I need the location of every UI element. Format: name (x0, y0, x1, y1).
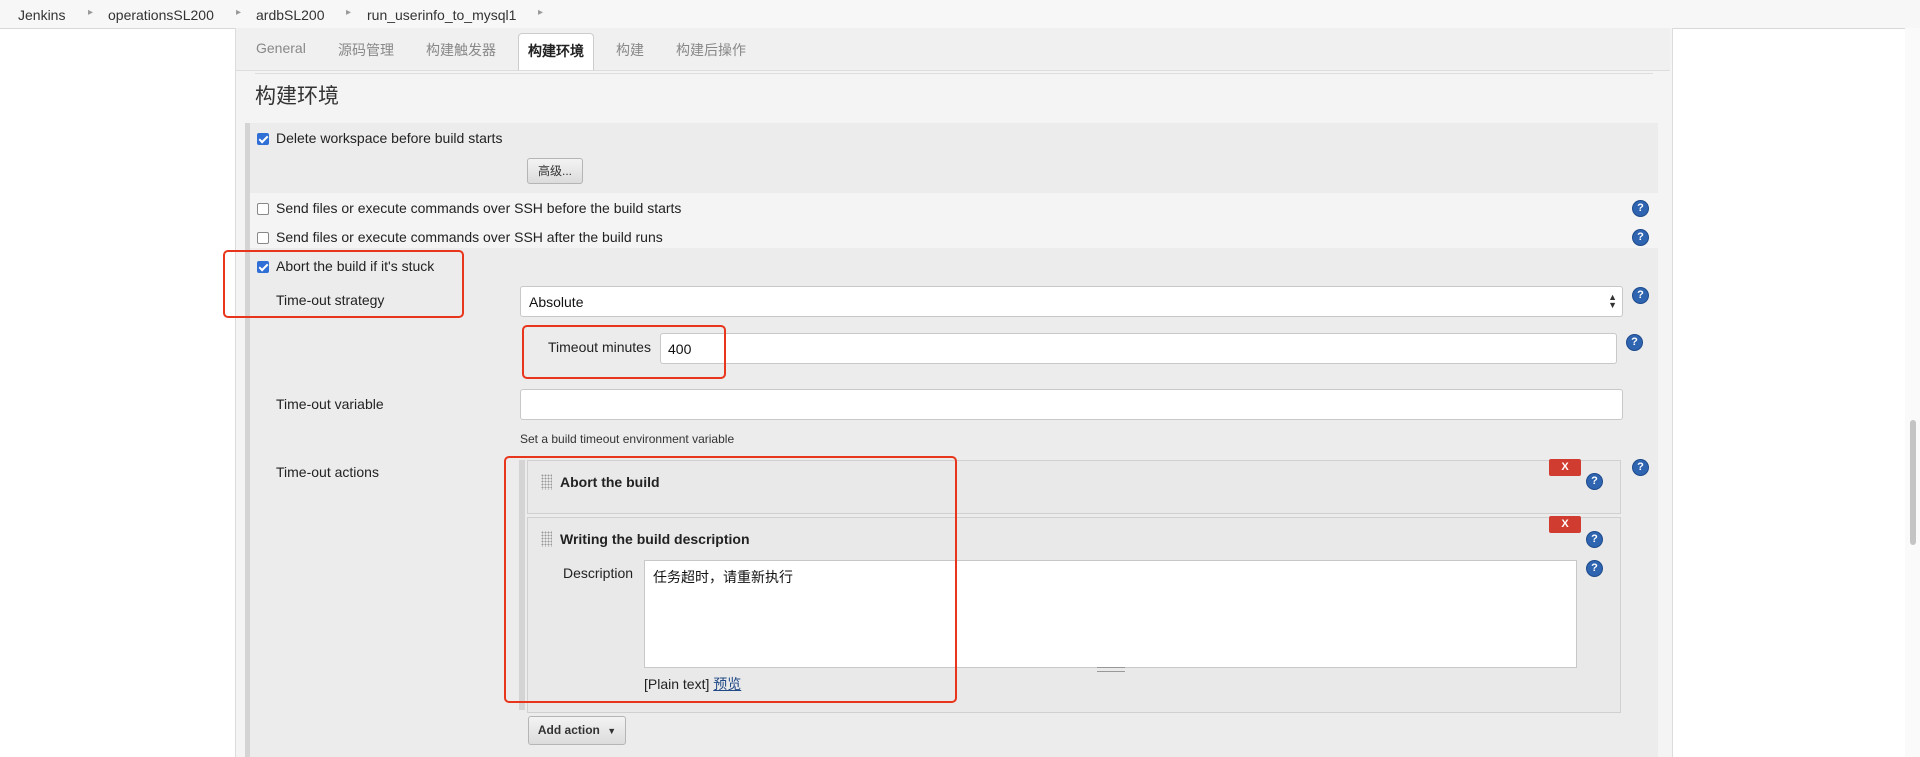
breadcrumb-ardb[interactable]: ardbSL200 (256, 7, 325, 23)
ssh-before-label: Send files or execute commands over SSH … (276, 200, 682, 216)
chevron-right-icon[interactable]: ▸ (346, 7, 351, 18)
timeout-minutes-input[interactable]: 400 (660, 333, 1617, 364)
help-icon[interactable]: ? (1587, 532, 1602, 547)
delete-description-action-button[interactable]: X (1549, 516, 1581, 533)
tab-build[interactable]: 构建 (616, 40, 644, 60)
help-icon[interactable]: ? (1587, 561, 1602, 576)
timeout-strategy-value: Absolute (529, 294, 584, 310)
title-divider (255, 73, 1653, 74)
breadcrumb-job[interactable]: run_userinfo_to_mysql1 (367, 7, 516, 23)
help-icon[interactable]: ? (1633, 288, 1648, 303)
advanced-button[interactable]: 高级... (527, 158, 583, 184)
help-icon[interactable]: ? (1633, 460, 1648, 475)
add-action-label: Add action (537, 723, 600, 737)
timeout-strategy-select[interactable]: Absolute ▲ ▼ (520, 286, 1623, 317)
highlight-abort-stuck (223, 250, 464, 318)
chevron-right-icon[interactable]: ▸ (236, 7, 241, 18)
tab-scm[interactable]: 源码管理 (338, 40, 394, 60)
tab-build-environment[interactable]: 构建环境 (518, 33, 594, 70)
add-action-button[interactable]: Add action ▼ (528, 716, 626, 745)
tab-general[interactable]: General (256, 40, 306, 56)
highlight-timeout-actions (504, 456, 957, 703)
help-icon[interactable]: ? (1587, 474, 1602, 489)
delete-workspace-checkbox[interactable] (257, 133, 269, 145)
help-icon[interactable]: ? (1633, 201, 1648, 216)
tab-triggers[interactable]: 构建触发器 (426, 40, 496, 60)
breadcrumb-operations[interactable]: operationsSL200 (108, 7, 214, 23)
timeout-actions-label: Time-out actions (276, 464, 379, 480)
breadcrumb-jenkins[interactable]: Jenkins (18, 7, 65, 23)
ssh-after-checkbox[interactable] (257, 232, 269, 244)
page-scrollbar[interactable] (1905, 28, 1920, 757)
chevron-right-icon[interactable]: ▸ (538, 7, 543, 18)
chevron-right-icon[interactable]: ▸ (88, 7, 93, 18)
delete-workspace-label: Delete workspace before build starts (276, 130, 503, 146)
tab-post-build[interactable]: 构建后操作 (676, 40, 746, 60)
caret-down-icon: ▼ (607, 726, 617, 736)
resize-handle-icon[interactable] (1097, 667, 1125, 672)
timeout-variable-input[interactable] (520, 389, 1623, 420)
help-icon[interactable]: ? (1627, 335, 1642, 350)
section-title: 构建环境 (255, 85, 339, 108)
scrollbar-thumb[interactable] (1910, 420, 1916, 545)
timeout-variable-hint: Set a build timeout environment variable (520, 432, 735, 446)
delete-abort-action-button[interactable]: X (1549, 459, 1581, 476)
tab-build-environment-label: 构建环境 (528, 43, 584, 59)
timeout-variable-label: Time-out variable (276, 396, 384, 412)
ssh-before-checkbox[interactable] (257, 203, 269, 215)
ssh-after-label: Send files or execute commands over SSH … (276, 229, 663, 245)
select-arrows-icon: ▲ ▼ (1608, 292, 1617, 310)
highlight-timeout-minutes (522, 325, 726, 379)
help-icon[interactable]: ? (1633, 230, 1648, 245)
